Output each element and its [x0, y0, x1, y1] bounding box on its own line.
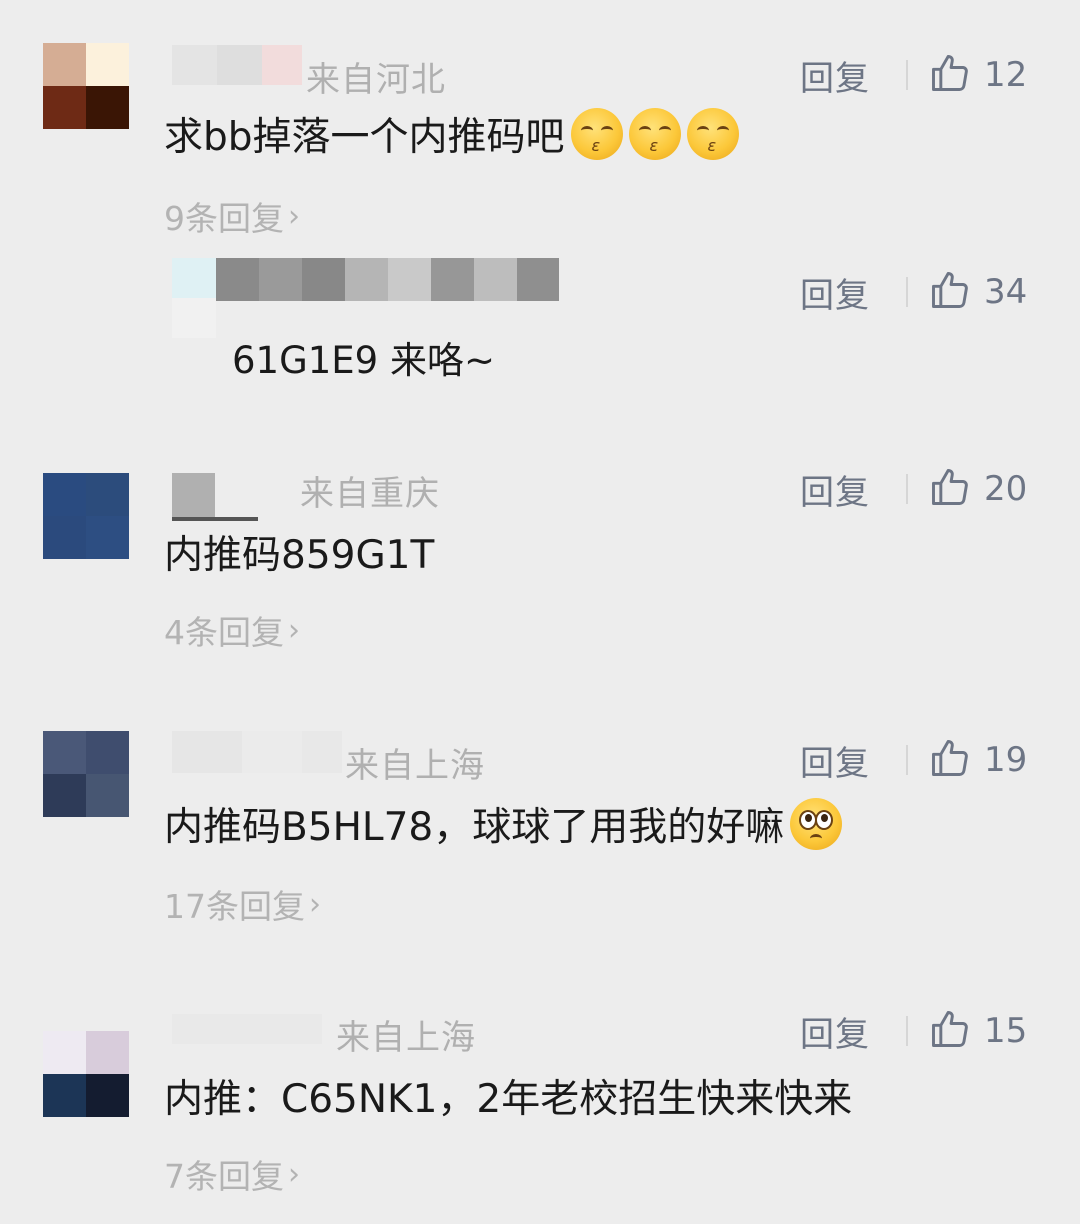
comment-actions: 回复 12 — [800, 50, 1040, 100]
location-label: 来自重庆 — [300, 474, 440, 514]
comment-text-body: 内推码859G1T — [164, 533, 435, 578]
divider — [906, 1016, 908, 1046]
comment-text-body: 内推：C65NK1，2年老校招生快来快来 — [164, 1077, 853, 1122]
like-button[interactable]: 19 — [928, 736, 1027, 784]
view-replies-link[interactable]: 7条回复 › — [164, 1150, 300, 1198]
thumbs-up-icon — [928, 268, 972, 316]
reply-button[interactable]: 回复 — [800, 736, 890, 785]
thumbs-up-icon — [928, 1007, 972, 1055]
comment-text: 内推码859G1T — [164, 524, 434, 580]
view-replies-label: 4条回复 — [164, 613, 284, 652]
location-label: 来自上海 — [336, 1018, 476, 1058]
like-count: 12 — [984, 55, 1028, 95]
like-button[interactable]: 20 — [928, 465, 1027, 513]
sub-reply-username-blurred[interactable] — [216, 258, 559, 301]
thumbs-up-icon — [928, 51, 972, 99]
like-button[interactable]: 12 — [928, 51, 1027, 99]
comment-text-body: 求bb掉落一个内推码吧 — [164, 115, 565, 160]
divider — [906, 474, 908, 504]
view-replies-label: 9条回复 — [164, 199, 284, 238]
like-button[interactable]: 15 — [928, 1007, 1027, 1055]
kissing-face-icon: ɛ — [570, 108, 623, 160]
sub-reply-text: 61G1E9 来咯~ — [232, 339, 495, 382]
view-replies-link[interactable]: 17条回复 › — [164, 880, 321, 928]
reply-button[interactable]: 回复 — [800, 1007, 890, 1056]
divider — [906, 277, 908, 307]
location-label: 来自上海 — [345, 746, 485, 786]
divider — [906, 60, 908, 90]
comment-actions: 回复 15 — [800, 1006, 1040, 1056]
like-count: 19 — [984, 740, 1028, 780]
kissing-face-icon: ɛ — [686, 108, 739, 160]
comment-actions: 回复 20 — [800, 464, 1040, 514]
chevron-right-icon: › — [288, 612, 300, 648]
username-blurred[interactable] — [172, 45, 302, 85]
thumbs-up-icon — [928, 736, 972, 784]
view-replies-label: 17条回复 — [164, 887, 305, 926]
view-replies-link[interactable]: 9条回复 › — [164, 192, 300, 240]
comment-text-body: 内推码B5HL78，球球了用我的好嘛 — [164, 805, 785, 850]
divider — [906, 745, 908, 775]
username-blurred[interactable] — [172, 1014, 322, 1044]
chevron-right-icon: › — [288, 198, 300, 234]
kissing-face-icon: ɛ — [628, 108, 681, 160]
comment-text: 内推：C65NK1，2年老校招生快来快来 — [164, 1068, 852, 1124]
like-button[interactable]: 34 — [928, 268, 1027, 316]
like-count: 34 — [984, 272, 1028, 312]
avatar[interactable] — [43, 1031, 129, 1117]
view-replies-link[interactable]: 4条回复 › — [164, 606, 300, 654]
chevron-right-icon: › — [288, 1156, 300, 1192]
reply-button[interactable]: 回复 — [800, 268, 890, 317]
avatar[interactable] — [43, 731, 129, 817]
sub-reply-actions: 回复 34 — [800, 267, 1040, 317]
sub-reply-avatar[interactable] — [172, 258, 216, 338]
comment-text: 求bb掉落一个内推码吧 ɛ ɛ ɛ — [164, 106, 739, 162]
chevron-right-icon: › — [309, 886, 321, 922]
avatar[interactable] — [43, 43, 129, 129]
username-blurred[interactable] — [172, 473, 258, 519]
username-blur-edge — [172, 517, 258, 521]
reply-button[interactable]: 回复 — [800, 51, 890, 100]
username-blurred[interactable] — [172, 731, 342, 773]
comment-actions: 回复 19 — [800, 735, 1040, 785]
location-label: 来自河北 — [306, 60, 446, 100]
like-count: 20 — [984, 469, 1028, 509]
thumbs-up-icon — [928, 465, 972, 513]
view-replies-label: 7条回复 — [164, 1157, 284, 1196]
comment-text: 内推码B5HL78，球球了用我的好嘛 — [164, 796, 843, 852]
reply-button[interactable]: 回复 — [800, 465, 890, 514]
pleading-face-icon — [790, 798, 843, 850]
avatar[interactable] — [43, 473, 129, 559]
like-count: 15 — [984, 1011, 1028, 1051]
